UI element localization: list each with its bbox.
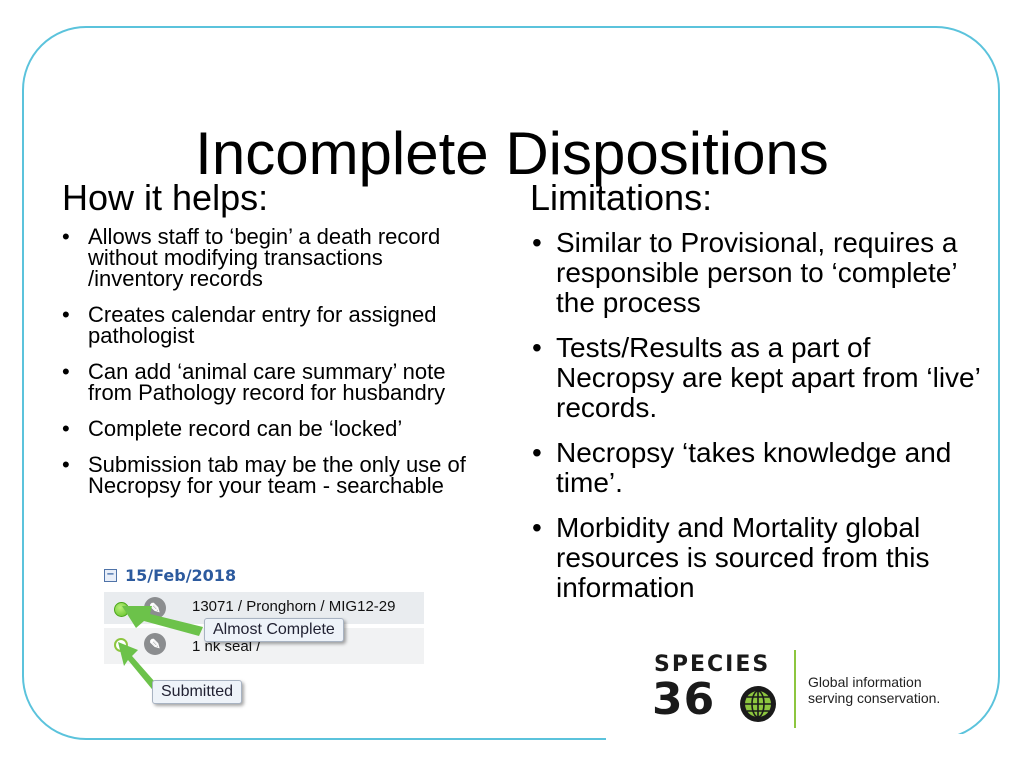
logo-divider	[794, 650, 796, 728]
species360-logo: SPECIES 36 Global information serving co…	[650, 650, 980, 730]
almost-complete-tooltip: Almost Complete	[204, 618, 344, 642]
tagline-line: serving conservation.	[808, 690, 941, 706]
globe-icon	[740, 686, 776, 722]
submitted-tooltip: Submitted	[152, 680, 243, 704]
logo-tagline: Global information serving conservation.	[808, 674, 940, 706]
tagline-line: Global information	[808, 674, 922, 690]
logo-wordmark-number: 36	[652, 674, 716, 725]
